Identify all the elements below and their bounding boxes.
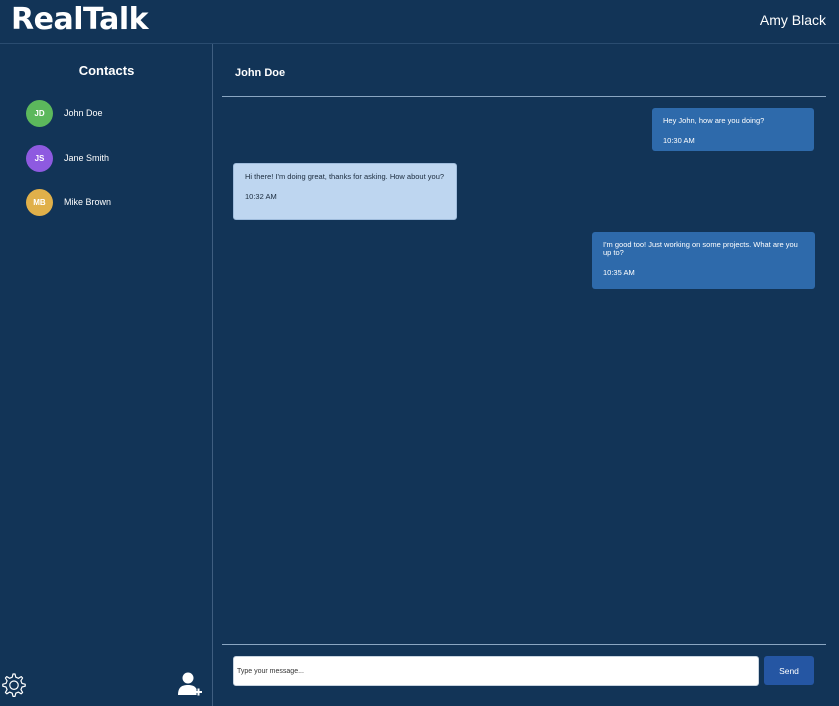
contact-name: Mike Brown [64,197,112,207]
divider [222,96,826,97]
message-time: 10:32 AM [245,192,277,201]
avatar: JS [26,144,53,172]
gear-icon [2,673,26,697]
message-input[interactable] [233,656,759,686]
app-title: RealTalk [11,2,149,37]
settings-button[interactable] [0,671,28,699]
avatar: JD [26,99,53,127]
divider [222,644,826,645]
contact-item-john-doe[interactable]: JD John Doe [26,99,196,127]
message-text: Hi there! I'm doing great, thanks for as… [245,172,445,181]
message-bubble-sent: I'm good too! Just working on some proje… [592,232,815,289]
message-time: 10:30 AM [663,136,695,145]
app-header: RealTalk Amy Black [0,0,839,44]
message-time: 10:35 AM [603,268,635,277]
message-bubble-received: Hi there! I'm doing great, thanks for as… [233,163,457,220]
contact-name: John Doe [64,108,103,118]
avatar: MB [26,188,53,216]
contact-item-jane-smith[interactable]: JS Jane Smith [26,144,196,172]
chat-panel: John Doe Hey John, how are you doing? 10… [213,44,839,706]
contacts-sidebar: Contacts JD John Doe JS Jane Smith MB Mi… [0,44,213,706]
send-button[interactable]: Send [764,656,814,685]
chat-contact-name: John Doe [235,67,286,79]
message-bubble-sent: Hey John, how are you doing? 10:30 AM [652,108,814,151]
message-text: I'm good too! Just working on some proje… [603,240,798,257]
current-user-name[interactable]: Amy Black [760,12,826,28]
contacts-heading: Contacts [78,63,135,78]
contact-item-mike-brown[interactable]: MB Mike Brown [26,188,196,216]
contact-name: Jane Smith [64,153,110,163]
add-user-icon [178,672,202,696]
add-contact-button[interactable] [176,670,204,698]
message-text: Hey John, how are you doing? [663,116,765,125]
